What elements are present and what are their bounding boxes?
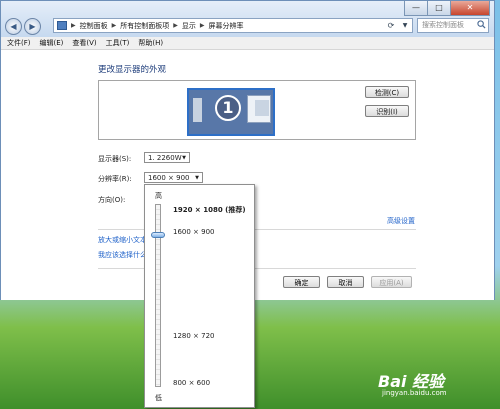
display-label: 显示器(S): bbox=[98, 155, 132, 163]
menu-edit[interactable]: 编辑(E) bbox=[40, 38, 64, 48]
detect-button[interactable]: 检测(C) bbox=[365, 86, 409, 98]
control-panel-icon bbox=[57, 21, 67, 30]
resolution-option[interactable]: 800 × 600 bbox=[173, 379, 210, 387]
slider-high-label: 高 bbox=[155, 192, 162, 200]
breadcrumb-arrow-icon: ▶ bbox=[173, 22, 178, 29]
breadcrumb-screen-resolution[interactable]: 屏幕分辨率 bbox=[209, 21, 244, 31]
help-choose-link[interactable]: 我应该选择什么 bbox=[98, 250, 147, 260]
menu-file[interactable]: 文件(F) bbox=[7, 38, 31, 48]
forward-button[interactable]: ▶ bbox=[24, 17, 41, 35]
resolution-option[interactable]: 1600 × 900 bbox=[173, 228, 215, 236]
back-button[interactable]: ◀ bbox=[5, 17, 22, 35]
monitor-preview[interactable]: 1 bbox=[187, 88, 275, 136]
baidu-watermark-url: jingyan.baidu.com bbox=[382, 389, 447, 397]
resolution-select[interactable]: 1600 × 900 ▼ bbox=[144, 172, 203, 183]
breadcrumb-all-items[interactable]: 所有控制面板项 bbox=[120, 21, 169, 31]
search-placeholder: 搜索控制面板 bbox=[422, 21, 464, 29]
maximize-button[interactable]: □ bbox=[427, 1, 451, 16]
slider-low-label: 低 bbox=[155, 394, 162, 402]
breadcrumb-arrow-icon: ▶ bbox=[71, 22, 76, 29]
resolution-label: 分辨率(R): bbox=[98, 175, 132, 183]
refresh-icon[interactable]: ⟳ bbox=[384, 19, 398, 32]
menu-bar: 文件(F) 编辑(E) 查看(V) 工具(T) 帮助(H) bbox=[1, 37, 494, 50]
resolution-value: 1600 × 900 bbox=[148, 174, 190, 182]
text-size-link[interactable]: 放大或缩小文本 bbox=[98, 235, 147, 245]
monitor-preview-panel: 1 检测(C) 识别(I) bbox=[98, 80, 416, 140]
navigation-buttons: ◀ ▶ bbox=[5, 17, 43, 35]
resolution-option[interactable]: 1280 × 720 bbox=[173, 332, 215, 340]
breadcrumb-display[interactable]: 显示 bbox=[182, 21, 196, 31]
menu-help[interactable]: 帮助(H) bbox=[138, 38, 163, 48]
ok-button[interactable]: 确定 bbox=[283, 276, 320, 288]
breadcrumb-arrow-icon: ▶ bbox=[111, 22, 117, 29]
identify-button[interactable]: 识别(I) bbox=[365, 105, 409, 117]
page-title: 更改显示器的外观 bbox=[98, 65, 167, 75]
search-icon bbox=[477, 20, 486, 29]
chevron-down-icon: ▼ bbox=[195, 175, 199, 181]
advanced-settings-link[interactable]: 高级设置 bbox=[387, 216, 415, 226]
minimize-button[interactable]: — bbox=[404, 1, 428, 16]
display-select[interactable]: 1. 2260W ▼ bbox=[144, 152, 190, 163]
resolution-dropdown: 高 低 1920 × 1080 (推荐) 1600 × 900 1280 × 7… bbox=[144, 184, 255, 408]
window-controls: — □ ✕ bbox=[404, 1, 490, 16]
monitor-sidebar-graphic bbox=[193, 98, 202, 122]
close-button[interactable]: ✕ bbox=[450, 1, 490, 16]
chevron-down-icon: ▼ bbox=[182, 155, 186, 161]
chevron-down-icon[interactable]: ▼ bbox=[400, 19, 410, 32]
menu-view[interactable]: 查看(V) bbox=[72, 38, 96, 48]
monitor-window-graphic bbox=[255, 100, 269, 116]
breadcrumb-control-panel[interactable]: 控制面板 bbox=[80, 21, 108, 31]
display-value: 1. 2260W bbox=[148, 154, 182, 162]
search-input[interactable]: 搜索控制面板 bbox=[417, 18, 489, 33]
cancel-button[interactable]: 取消 bbox=[327, 276, 364, 288]
monitor-number-badge: 1 bbox=[215, 95, 241, 121]
apply-button[interactable]: 应用(A) bbox=[371, 276, 412, 288]
title-bar: — □ ✕ ◀ ▶ ▶ 控制面板 ▶ 所有控制面板项 ▶ 显示 ▶ 屏幕分辨率 … bbox=[1, 1, 494, 37]
orientation-label: 方向(O): bbox=[98, 196, 126, 204]
resolution-option[interactable]: 1920 × 1080 (推荐) bbox=[173, 205, 246, 215]
breadcrumb-arrow-icon: ▶ bbox=[199, 22, 205, 29]
resolution-slider-thumb[interactable] bbox=[151, 232, 165, 239]
menu-tools[interactable]: 工具(T) bbox=[106, 38, 130, 48]
address-bar[interactable]: ▶ 控制面板 ▶ 所有控制面板项 ▶ 显示 ▶ 屏幕分辨率 ⟳ ▼ bbox=[53, 18, 413, 33]
